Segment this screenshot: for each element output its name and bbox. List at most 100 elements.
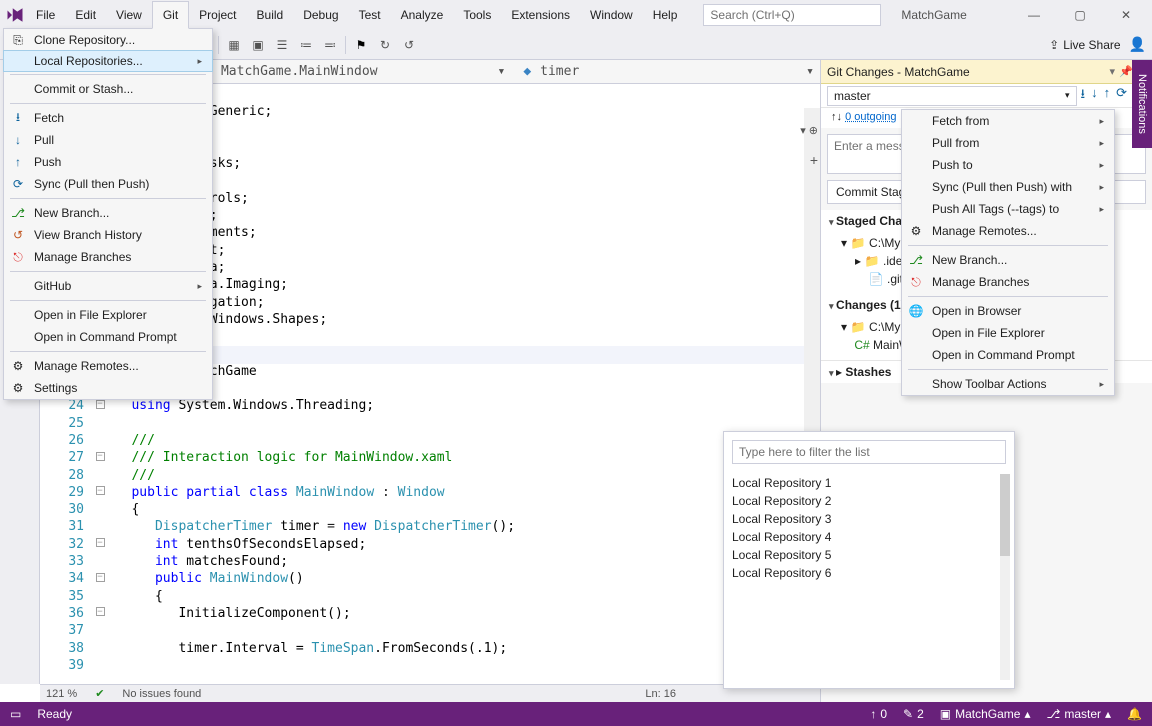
branch-combo[interactable]: master ▾ [827, 86, 1077, 106]
status-indicator-icon: ▭ [10, 707, 21, 721]
repo-item[interactable]: Local Repository 6 [732, 564, 998, 582]
git-sync[interactable]: ⟳Sync (Pull then Push) [4, 173, 212, 195]
nav-plus-icon[interactable]: + [810, 152, 818, 168]
git-history[interactable]: ↺View Branch History [4, 224, 212, 246]
act-cmd[interactable]: Open in Command Prompt [902, 344, 1114, 366]
git-settings[interactable]: ⚙Settings [4, 377, 212, 399]
notifications-tab[interactable]: Notifications [1132, 60, 1152, 148]
repo-item[interactable]: Local Repository 2 [732, 492, 998, 510]
menu-file[interactable]: File [26, 2, 65, 28]
status-changes[interactable]: ✎ 2 [903, 707, 924, 721]
stashes-label: Stashes [845, 365, 891, 379]
tool-icon[interactable]: ↺ [400, 36, 418, 54]
branches-icon: ⎋ [10, 250, 26, 265]
act-explorer[interactable]: Open in File Explorer [902, 322, 1114, 344]
csharp-icon: C# [855, 338, 869, 352]
tool-icon[interactable]: ▦ [225, 36, 243, 54]
repo-item[interactable]: Local Repository 3 [732, 510, 998, 528]
fetch-icon: ⭳ [10, 108, 26, 129]
close-icon[interactable]: ✕ [1104, 1, 1148, 29]
code-lines[interactable]: ;.Collections.Generic;.Linq;.Text;.Threa… [108, 84, 820, 684]
act-browser[interactable]: 🌐Open in Browser [902, 300, 1114, 322]
flag-icon[interactable]: ⚑ [352, 36, 370, 54]
tool-icon[interactable]: ≔ [297, 36, 315, 54]
git-manage-branches[interactable]: ⎋Manage Branches [4, 246, 212, 268]
menu-tools[interactable]: Tools [453, 2, 501, 28]
status-upload[interactable]: ↑ 0 [870, 707, 887, 721]
menu-git[interactable]: Git [152, 1, 189, 29]
dropdown-icon[interactable]: ▾ [1110, 65, 1116, 78]
maximize-icon[interactable]: ▢ [1058, 1, 1102, 29]
act-push[interactable]: Push to▸ [902, 154, 1114, 176]
live-share-icon: ⇪ [1049, 38, 1059, 52]
push-icon[interactable]: ↑ [1104, 85, 1111, 107]
git-commit-stash[interactable]: Commit or Stash... [4, 78, 212, 100]
field-icon: ◆ [523, 64, 531, 79]
menu-window[interactable]: Window [580, 2, 643, 28]
act-pull[interactable]: Pull from▸ [902, 132, 1114, 154]
local-repos-popup: Type here to filter the list Local Repos… [723, 431, 1015, 689]
nav-class-combo[interactable]: MatchGame.MainWindow [216, 62, 383, 81]
sync-icon[interactable]: ⟳ [1116, 85, 1127, 107]
git-fetch[interactable]: ⭳Fetch [4, 107, 212, 129]
file-icon: 📄 [869, 272, 883, 286]
git-github[interactable]: GitHub▸ [4, 275, 212, 297]
act-fetch[interactable]: Fetch from▸ [902, 110, 1114, 132]
repo-scrollbar[interactable] [1000, 474, 1010, 680]
gear-icon: ⚙ [908, 224, 924, 238]
act-sync[interactable]: Sync (Pull then Push) with▸ [902, 176, 1114, 198]
repo-item[interactable]: Local Repository 4 [732, 528, 998, 546]
menu-analyze[interactable]: Analyze [391, 2, 454, 28]
git-local-repos[interactable]: Local Repositories...▸ [3, 50, 213, 72]
status-branch[interactable]: ⎇ master ▴ [1047, 707, 1112, 721]
act-manage[interactable]: ⎋Manage Branches [902, 271, 1114, 293]
nav-member-combo[interactable]: timer [535, 62, 584, 81]
panel-title-label: Git Changes - MatchGame [827, 65, 970, 79]
tool-icon[interactable]: ↻ [376, 36, 394, 54]
repo-item[interactable]: Local Repository 5 [732, 546, 998, 564]
menu-help[interactable]: Help [643, 2, 688, 28]
search-placeholder: Search (Ctrl+Q) [710, 8, 794, 22]
pin-icon[interactable]: 📌 [1119, 65, 1133, 78]
act-newbranch[interactable]: ⎇New Branch... [902, 249, 1114, 271]
menu-build[interactable]: Build [247, 2, 294, 28]
repo-filter-input[interactable]: Type here to filter the list [732, 440, 1006, 464]
act-remotes[interactable]: ⚙Manage Remotes... [902, 220, 1114, 242]
nav-class-label: MatchGame.MainWindow [221, 64, 378, 79]
repo-item[interactable]: Local Repository 1 [732, 474, 998, 492]
bell-icon[interactable]: 🔔 [1127, 707, 1142, 721]
act-toolbar[interactable]: Show Toolbar Actions▸ [902, 373, 1114, 395]
window-title: MatchGame [881, 8, 1012, 22]
minimize-icon[interactable]: — [1012, 1, 1056, 29]
menu-test[interactable]: Test [349, 2, 391, 28]
git-clone[interactable]: ⎘Clone Repository... [4, 29, 212, 51]
git-manage-remotes[interactable]: ⚙Manage Remotes... [4, 355, 212, 377]
search-input[interactable]: Search (Ctrl+Q) [703, 4, 881, 26]
git-new-branch[interactable]: ⎇New Branch... [4, 202, 212, 224]
menu-view[interactable]: View [106, 2, 152, 28]
git-open-cmd[interactable]: Open in Command Prompt [4, 326, 212, 348]
menu-debug[interactable]: Debug [293, 2, 348, 28]
live-share-button[interactable]: ⇪ Live Share [1049, 38, 1120, 52]
tool-icon[interactable]: ☰ [273, 36, 291, 54]
tool-icon[interactable]: ≕ [321, 36, 339, 54]
pull-icon[interactable]: ↓ [1091, 85, 1098, 107]
outgoing-link[interactable]: 0 outgoing [845, 111, 896, 123]
menu-project[interactable]: Project [189, 2, 246, 28]
status-repo[interactable]: ▣ MatchGame ▴ [940, 707, 1031, 721]
tool-icon[interactable]: ▣ [249, 36, 267, 54]
nav-member-label: timer [540, 64, 579, 79]
git-open-explorer[interactable]: Open in File Explorer [4, 304, 212, 326]
folder-icon: 📁 [851, 236, 865, 250]
act-tags[interactable]: Push All Tags (--tags) to▸ [902, 198, 1114, 220]
git-push[interactable]: ↑Push [4, 151, 212, 173]
git-menu-dropdown: ⎘Clone Repository... Local Repositories.… [3, 28, 213, 400]
account-icon[interactable]: 👤 [1129, 36, 1146, 53]
fetch-icon[interactable]: ⭳ [1081, 85, 1086, 107]
git-pull[interactable]: ↓Pull [4, 129, 212, 151]
zoom-level[interactable]: 121 % [46, 688, 77, 700]
doc-pin-icons[interactable]: ▾⊕ [800, 124, 818, 137]
menu-edit[interactable]: Edit [65, 2, 106, 28]
issues-icon: ✔ [95, 687, 104, 700]
menu-extensions[interactable]: Extensions [501, 2, 580, 28]
